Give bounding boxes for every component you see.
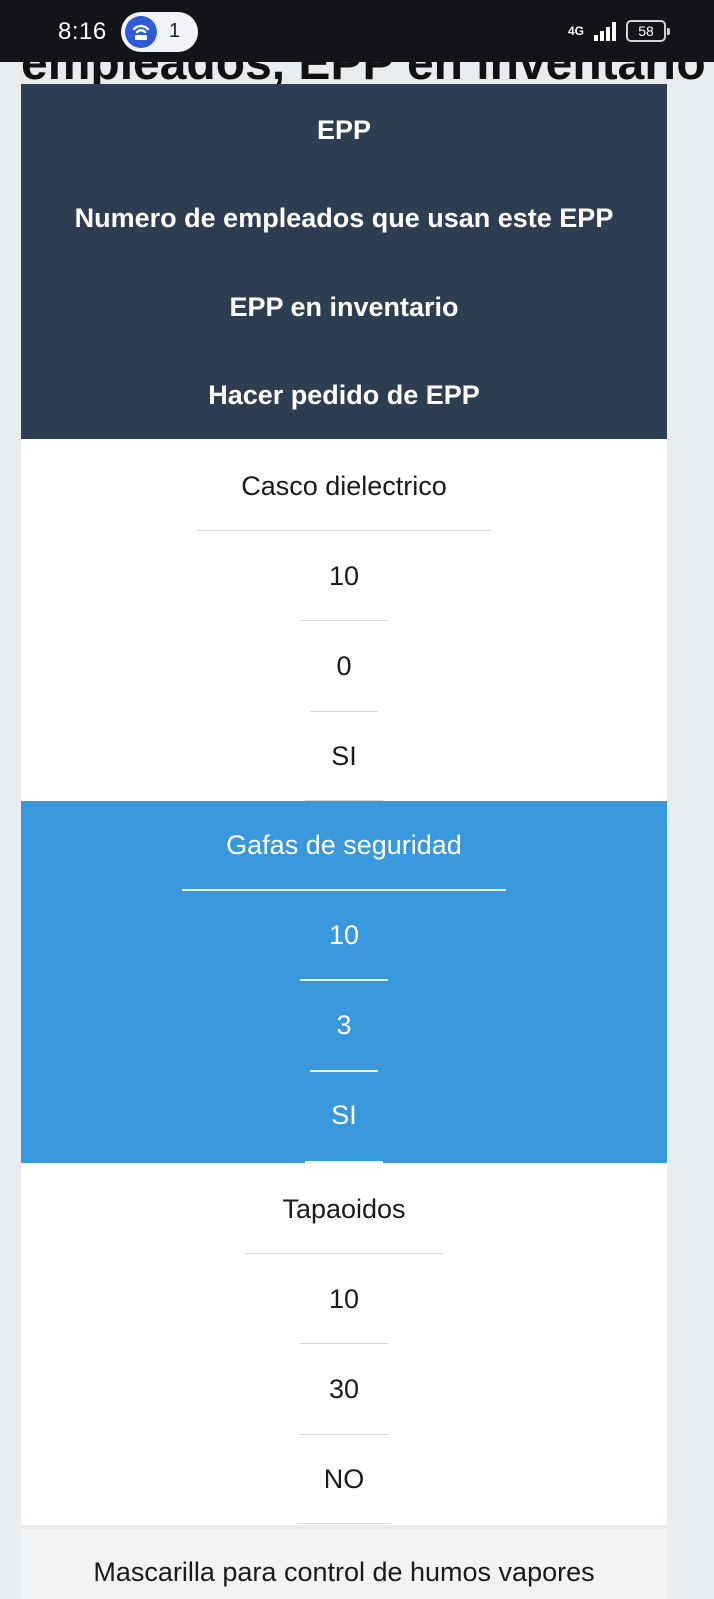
status-bar: 8:16 1 4G 58: [0, 0, 714, 62]
cell-empleados: 10: [328, 920, 360, 950]
status-time: 8:16: [58, 18, 107, 45]
cell-epp: Casco dielectrico: [241, 471, 447, 501]
cell-divider: [300, 979, 388, 981]
cell-pedido: SI: [331, 1100, 357, 1130]
cell-empleados: 10: [328, 1284, 360, 1314]
cell-epp: Mascarilla para control de humos vapores: [93, 1557, 595, 1587]
header-epp-inventario: EPP en inventario: [229, 292, 459, 322]
table-row[interactable]: Casco dielectrico 10 0 SI: [21, 439, 667, 801]
header-hacer-pedido: Hacer pedido de EPP: [208, 380, 480, 410]
notification-pill[interactable]: 1: [121, 12, 198, 52]
cell-inventario: 30: [328, 1374, 360, 1404]
cell-empleados: 10: [328, 561, 360, 591]
cell-divider: [300, 620, 388, 621]
table-row-highlighted[interactable]: Gafas de seguridad 10 3 SI: [21, 801, 667, 1163]
cell-divider: [300, 1434, 388, 1435]
cell-epp: Gafas de seguridad: [226, 830, 462, 860]
table-row[interactable]: Tapaoidos 10 30 NO: [21, 1163, 667, 1525]
hotspot-icon: [125, 16, 157, 48]
cell-epp: Tapaoidos: [282, 1194, 406, 1224]
cell-divider: [297, 1523, 391, 1524]
cell-pedido: NO: [323, 1464, 365, 1494]
cell-pedido: SI: [331, 741, 357, 771]
signal-icon: [594, 21, 616, 41]
cell-divider: [197, 530, 491, 531]
network-type-icon: 4G: [567, 24, 584, 38]
cell-divider: [182, 889, 506, 891]
table-header: EPP Numero de empleados que usan este EP…: [21, 84, 667, 439]
cell-inventario: 3: [336, 1010, 352, 1040]
header-epp: EPP: [316, 115, 372, 145]
cell-inventario: 0: [336, 651, 352, 681]
table-row[interactable]: Mascarilla para control de humos vapores: [21, 1529, 667, 1599]
cell-divider: [245, 1253, 443, 1254]
cell-divider: [310, 1070, 378, 1072]
notification-count: 1: [169, 20, 181, 42]
header-numero-empleados: Numero de empleados que usan este EPP: [74, 203, 614, 233]
battery-icon: 58: [626, 20, 670, 42]
cell-divider: [300, 1343, 388, 1344]
cell-divider: [310, 711, 378, 712]
